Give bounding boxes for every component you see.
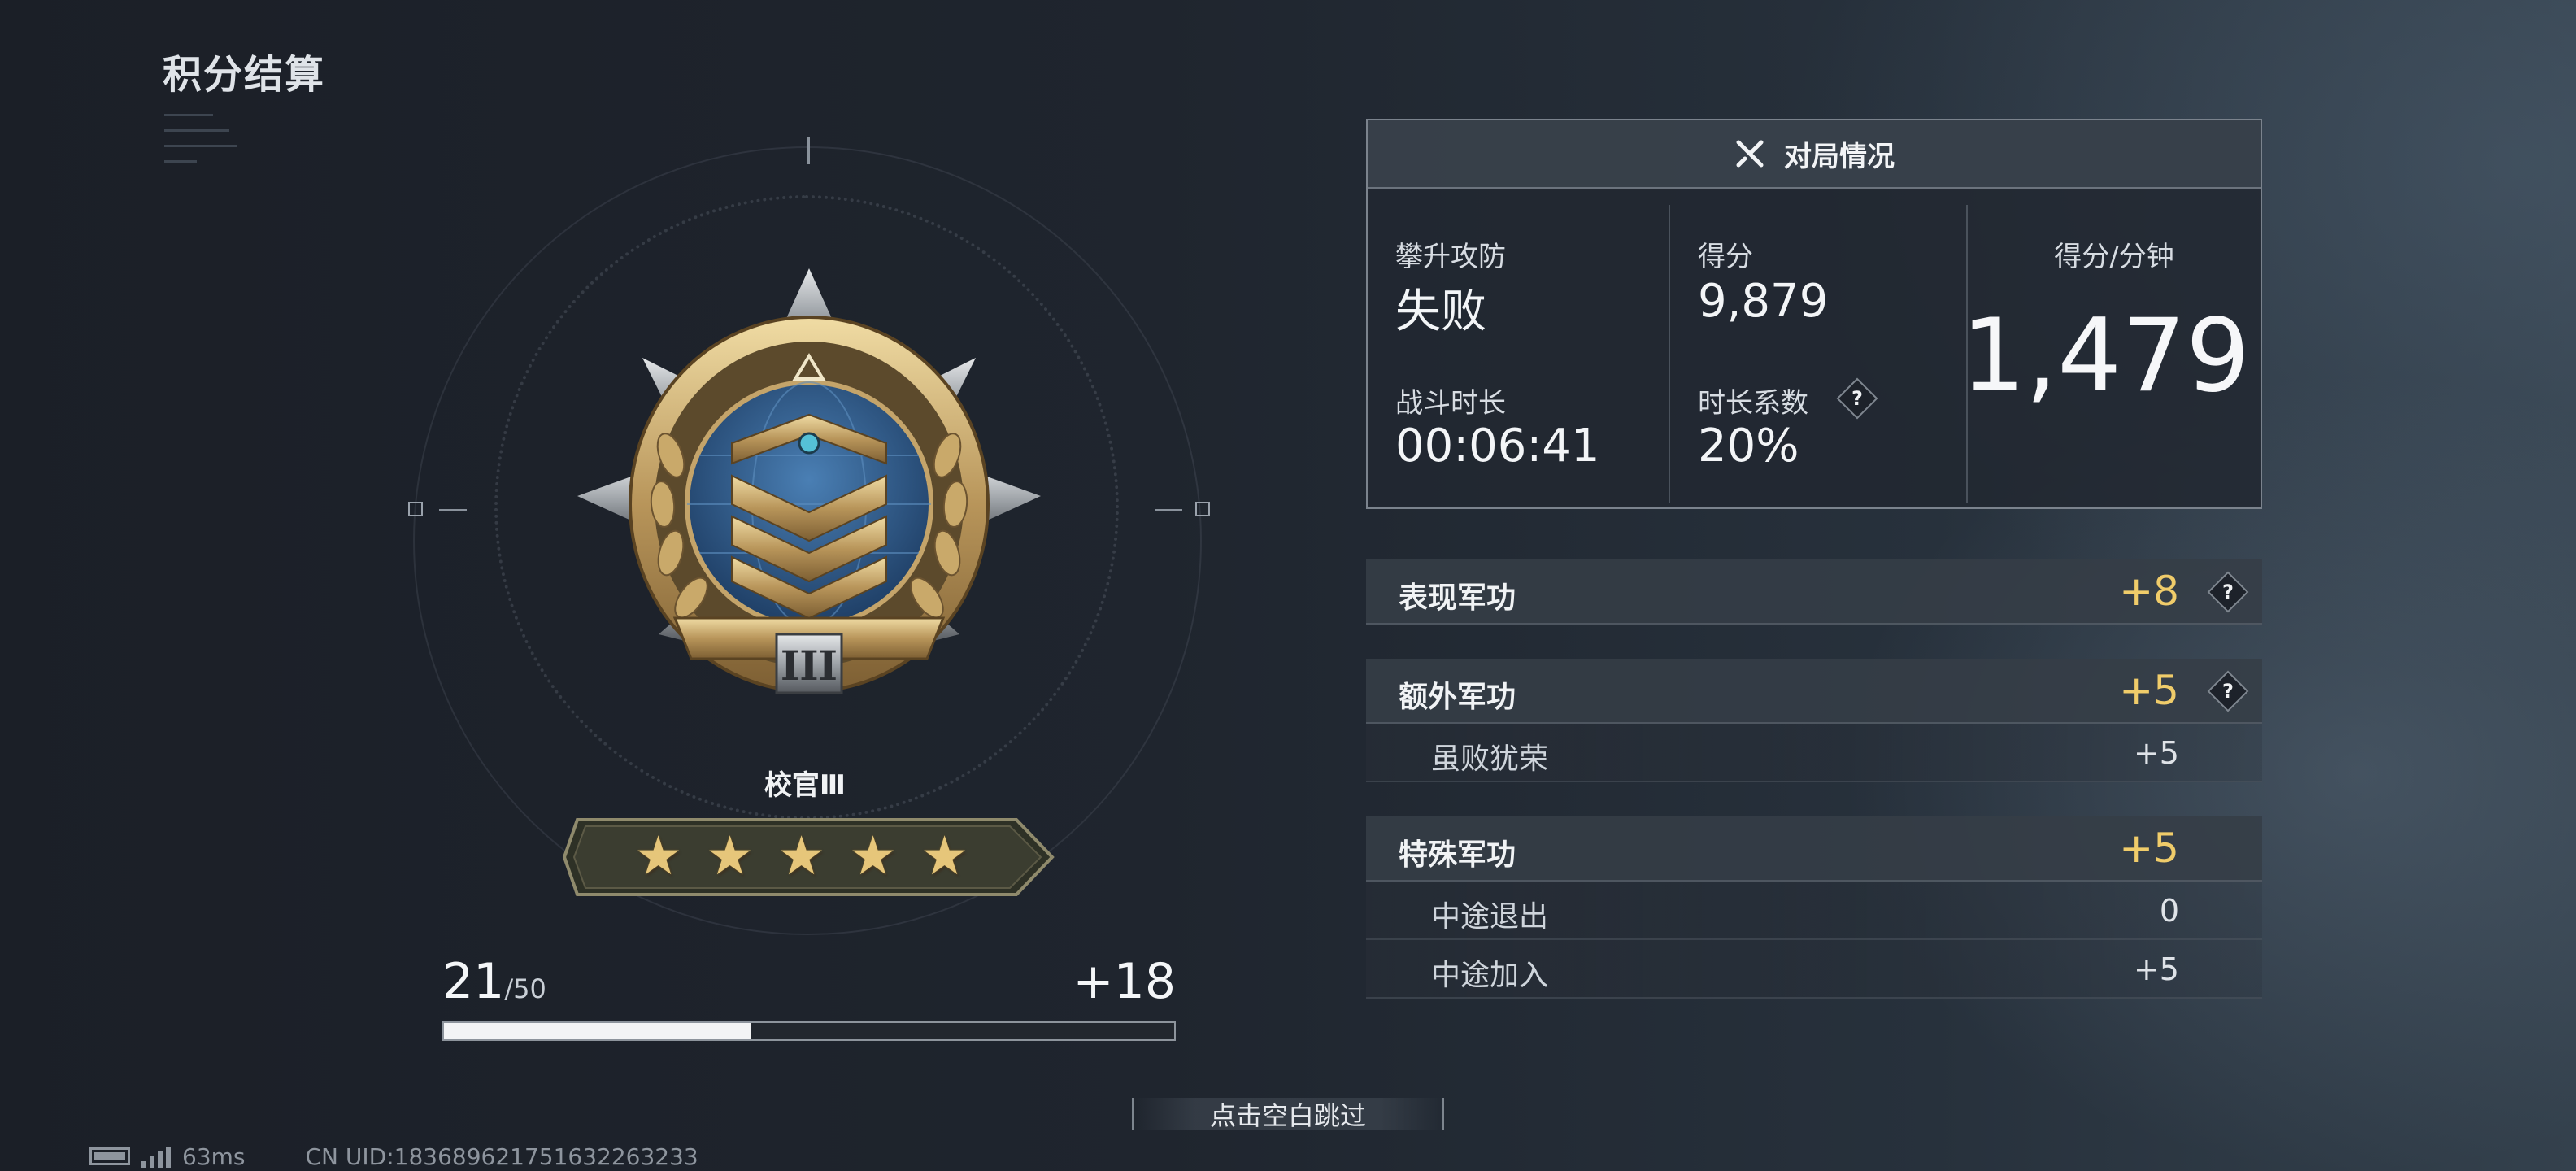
- performance-merit-help-button[interactable]: ?: [2207, 571, 2249, 613]
- xp-progress-fill: [444, 1023, 751, 1039]
- special-merit-value: +5: [2119, 825, 2179, 872]
- score-per-minute-value: 1,479: [1961, 298, 2250, 415]
- panel-divider: [1669, 205, 1670, 503]
- skip-hint-button[interactable]: 点击空白跳过: [1132, 1098, 1444, 1131]
- question-icon: ?: [2222, 680, 2234, 703]
- rank-tier-numeral: III: [781, 642, 838, 690]
- star-icon: ★: [849, 825, 898, 887]
- duration-value: 00:06:41: [1395, 420, 1600, 472]
- extra-merit-help-button[interactable]: ?: [2207, 670, 2249, 712]
- performance-merit-label: 表现军功: [1399, 581, 1516, 615]
- match-summary-title: 对局情况: [1784, 140, 1895, 173]
- special-merit-row: 特殊军功 +5: [1366, 816, 2262, 882]
- signal-icon: [141, 1145, 171, 1168]
- duration-coef-value: 20%: [1698, 420, 1799, 472]
- ring-tick-right: [1155, 509, 1182, 511]
- special-merit-item-label: 中途加入: [1431, 959, 1549, 992]
- extra-merit-row: 额外军功 +5 ?: [1366, 659, 2262, 724]
- special-merit-label: 特殊军功: [1399, 838, 1516, 872]
- question-icon: ?: [1852, 387, 1863, 410]
- xp-gain-value: +18: [1073, 953, 1176, 1010]
- ring-marker-left: [408, 502, 423, 516]
- extra-merit-item-value: +5: [2133, 735, 2179, 771]
- score-label: 得分: [1698, 241, 1753, 273]
- ring-tick-top: [807, 137, 810, 164]
- extra-merit-item: 虽败犹荣 +5: [1366, 724, 2262, 782]
- extra-merit-value: +5: [2119, 667, 2179, 714]
- star-icon: ★: [777, 825, 826, 887]
- question-icon: ?: [2222, 581, 2234, 603]
- star-icon: ★: [634, 825, 683, 887]
- ring-marker-right: [1195, 502, 1210, 516]
- ring-tick-left: [439, 509, 467, 511]
- status-bar: 63ms CN UID:183689621751632263233: [89, 1142, 698, 1171]
- match-summary-panel: 对局情况 攀升攻防 失败 战斗时长 00:06:41 得分 9,879 时长系数…: [1366, 119, 2262, 509]
- ping-value: 63ms: [182, 1143, 246, 1170]
- performance-merit-row: 表现军功 +8 ?: [1366, 559, 2262, 625]
- duration-label: 战斗时长: [1395, 387, 1506, 420]
- decorative-lines: [164, 114, 246, 176]
- extra-merit-label: 额外军功: [1399, 681, 1516, 714]
- star-icon: ★: [920, 825, 969, 887]
- special-merit-item: 中途退出 0: [1366, 882, 2262, 940]
- mode-result: 失败: [1395, 285, 1486, 338]
- duration-coef-help-button[interactable]: ?: [1836, 377, 1878, 420]
- page-title: 积分结算: [163, 52, 326, 98]
- duration-coef-label: 时长系数: [1698, 387, 1808, 420]
- crossed-swords-icon: [1736, 140, 1764, 168]
- battery-icon: [89, 1147, 130, 1165]
- special-merit-item-value: +5: [2133, 951, 2179, 987]
- special-merit-item-label: 中途退出: [1431, 900, 1549, 934]
- performance-merit-value: +8: [2119, 568, 2179, 615]
- xp-max-value: /50: [504, 973, 546, 1004]
- match-summary-header: 对局情况: [1368, 120, 2261, 189]
- special-merit-item-value: 0: [2159, 893, 2179, 929]
- star-icon: ★: [706, 825, 755, 887]
- score-value: 9,879: [1698, 275, 1829, 328]
- rank-name: 校官Ⅲ: [764, 769, 846, 802]
- xp-progress-bar: [442, 1021, 1176, 1041]
- uid-text: CN UID:183689621751632263233: [305, 1143, 698, 1170]
- extra-merit-item-label: 虽败犹荣: [1431, 742, 1549, 776]
- xp-current-value: 21: [442, 953, 505, 1010]
- special-merit-item: 中途加入 +5: [1366, 940, 2262, 999]
- mode-label: 攀升攻防: [1395, 241, 1506, 273]
- score-per-minute-label: 得分/分钟: [2054, 241, 2174, 273]
- rank-emblem-icon: III: [577, 268, 1041, 694]
- xp-progress-text: 21/50: [442, 953, 546, 1010]
